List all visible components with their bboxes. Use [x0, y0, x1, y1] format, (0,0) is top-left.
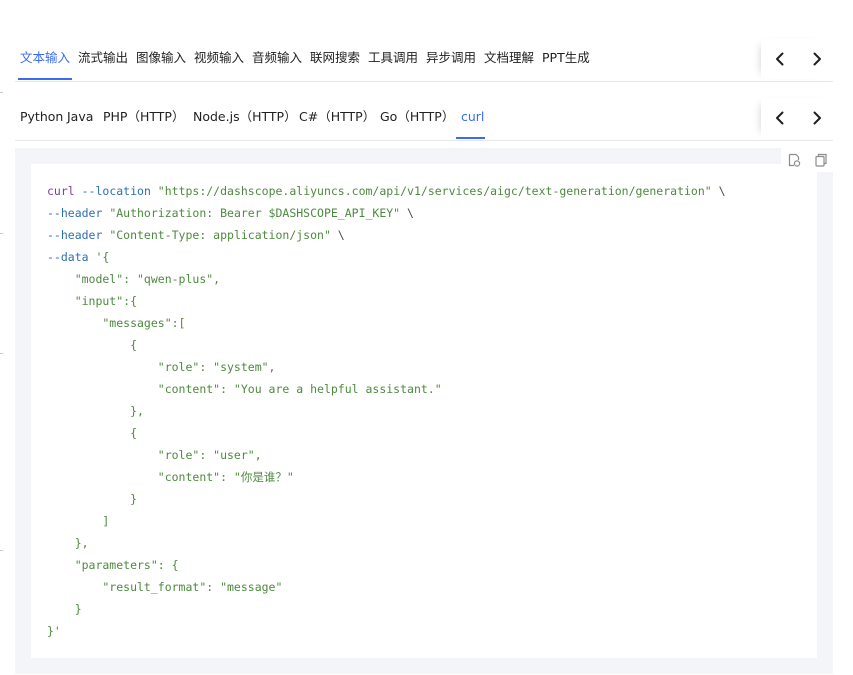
- code-string: "Content-Type: application/json": [102, 228, 331, 242]
- tab-tool-calling[interactable]: 工具调用: [368, 50, 418, 66]
- tab-ppt-generation[interactable]: PPT生成: [542, 50, 590, 66]
- chevron-left-icon[interactable]: [770, 108, 790, 128]
- code-view-icon[interactable]: [786, 152, 802, 168]
- code-block[interactable]: curl --location "https://dashscope.aliyu…: [31, 164, 817, 658]
- edge-mark: [0, 233, 3, 234]
- code-line-14: "content": "你是谁？": [47, 470, 294, 484]
- code-line-17: },: [47, 536, 89, 550]
- code-continuation: \: [330, 228, 345, 242]
- code-line-18: "parameters": {: [47, 558, 179, 572]
- code-line-20: }: [47, 602, 82, 616]
- tab-web-search[interactable]: 联网搜索: [310, 50, 360, 66]
- chevron-right-icon[interactable]: [807, 108, 827, 128]
- tab-java[interactable]: Java: [67, 109, 93, 125]
- copy-icon[interactable]: [813, 152, 829, 168]
- chevron-left-icon[interactable]: [770, 49, 790, 69]
- edge-mark: [0, 550, 3, 551]
- active-tab-indicator: [18, 78, 72, 80]
- edge-mark: [0, 92, 3, 93]
- language-tabs-nav: [761, 98, 833, 138]
- tab-nodejs[interactable]: Node.js（HTTP）: [193, 109, 297, 125]
- code-line-2: --header "Authorization: Bearer $DASHSCO…: [47, 206, 414, 220]
- code-line-3: --header "Content-Type: application/json…: [47, 228, 345, 242]
- code-line-1: curl --location "https://dashscope.aliyu…: [47, 184, 726, 198]
- language-tabs: Python Java PHP（HTTP） Node.js（HTTP） C#（H…: [15, 98, 833, 141]
- code-panel: curl --location "https://dashscope.aliyu…: [15, 148, 833, 674]
- code-line-16: ]: [47, 514, 110, 528]
- tab-php[interactable]: PHP（HTTP）: [103, 109, 184, 125]
- code-line-9: "role": "system",: [47, 360, 276, 374]
- code-string: '{: [88, 250, 110, 264]
- code-line-4: --data '{: [47, 250, 109, 264]
- code-flag: --data: [47, 250, 89, 264]
- code-string: "https://dashscope.aliyuncs.com/api/v1/s…: [150, 184, 712, 198]
- active-tab-indicator: [456, 137, 485, 139]
- code-continuation: \: [400, 206, 414, 220]
- tab-audio-input[interactable]: 音频输入: [252, 50, 302, 66]
- tab-text-input[interactable]: 文本输入: [20, 50, 70, 66]
- chevron-right-icon[interactable]: [807, 49, 827, 69]
- tab-go[interactable]: Go（HTTP）: [380, 109, 454, 125]
- feature-tabs-nav: [761, 39, 833, 79]
- code-line-11: },: [47, 404, 144, 418]
- code-line-19: "result_format": "message": [47, 580, 283, 594]
- tab-image-input[interactable]: 图像输入: [136, 50, 186, 66]
- code-command: curl: [47, 184, 75, 198]
- tab-document-understanding[interactable]: 文档理解: [484, 50, 534, 66]
- code-line-21: }': [47, 624, 61, 638]
- tab-video-input[interactable]: 视频输入: [194, 50, 244, 66]
- edge-mark: [0, 353, 3, 354]
- tab-async-calling[interactable]: 异步调用: [426, 50, 476, 66]
- code-line-13: "role": "user",: [47, 448, 262, 462]
- tab-python[interactable]: Python: [20, 109, 63, 125]
- tab-stream-output[interactable]: 流式输出: [78, 50, 128, 66]
- code-line-12: {: [47, 426, 138, 440]
- code-flag: --location: [74, 184, 151, 198]
- tab-curl[interactable]: curl: [461, 109, 484, 125]
- code-string: "Authorization: Bearer $DASHSCOPE_API_KE…: [102, 206, 401, 220]
- code-line-10: "content": "You are a helpful assistant.…: [47, 382, 442, 396]
- code-line-7: "messages":[: [47, 316, 186, 330]
- code-line-6: "input":{: [47, 294, 138, 308]
- code-flag: --header: [47, 206, 103, 220]
- tab-csharp[interactable]: C#（HTTP）: [299, 109, 375, 125]
- code-line-5: "model": "qwen-plus",: [47, 272, 221, 286]
- code-flag: --header: [47, 228, 103, 242]
- code-continuation: \: [711, 184, 726, 198]
- feature-tabs: 文本输入 流式输出 图像输入 视频输入 音频输入 联网搜索 工具调用 异步调用 …: [15, 38, 833, 82]
- code-toolbar: [781, 148, 833, 172]
- code-line-15: }: [47, 492, 138, 506]
- code-line-8: {: [47, 338, 138, 352]
